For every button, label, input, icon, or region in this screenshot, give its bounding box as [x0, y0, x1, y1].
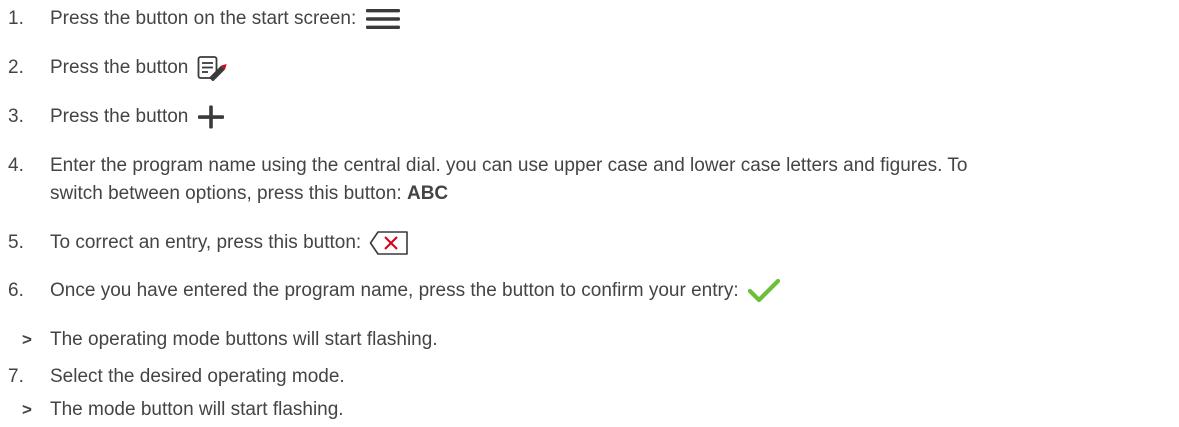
step-number: 3.: [8, 106, 24, 127]
step-text: To correct an entry, press this button:: [50, 229, 1160, 257]
menu-icon: [365, 8, 401, 30]
result-text: The operating mode buttons will start fl…: [50, 329, 438, 350]
step-text-line-2: switch between options, press this butto…: [50, 183, 402, 204]
step-text: Press the button on the start screen:: [50, 5, 1160, 33]
step-number: 2.: [8, 57, 24, 78]
step-number: 6.: [8, 280, 24, 301]
abc-button-label: ABC: [406, 183, 449, 204]
step-text: Press the button: [50, 54, 1160, 82]
step-text-content: Press the button: [50, 57, 189, 78]
backspace-icon: [369, 230, 409, 256]
step-number: 1.: [8, 8, 24, 29]
step-text: Select the desired operating mode.: [50, 366, 345, 387]
step-text: Once you have entered the program name, …: [50, 277, 1160, 305]
step-number: 5.: [8, 232, 24, 253]
result-marker: >: [22, 400, 32, 419]
step-text-content: Press the button: [50, 106, 189, 127]
step-text-content: To correct an entry, press this button:: [50, 232, 362, 253]
list-item-step-4: 4. Enter the program name using the cent…: [0, 152, 1179, 208]
step-text-content: Once you have entered the program name, …: [50, 280, 739, 301]
step-text-line-1: Enter the program name using the central…: [50, 155, 968, 176]
step-number: 7.: [8, 366, 24, 387]
step-text: Press the button: [50, 103, 1160, 131]
result-marker: >: [22, 330, 32, 349]
edit-list-icon: [197, 55, 233, 81]
checkmark-icon: [747, 278, 781, 304]
result-text: The mode button will start flashing.: [50, 399, 344, 420]
plus-icon: [197, 105, 225, 129]
step-number: 4.: [8, 155, 24, 176]
step-text-content: Press the button on the start screen:: [50, 8, 357, 29]
step-text: Enter the program name using the central…: [50, 152, 1160, 208]
